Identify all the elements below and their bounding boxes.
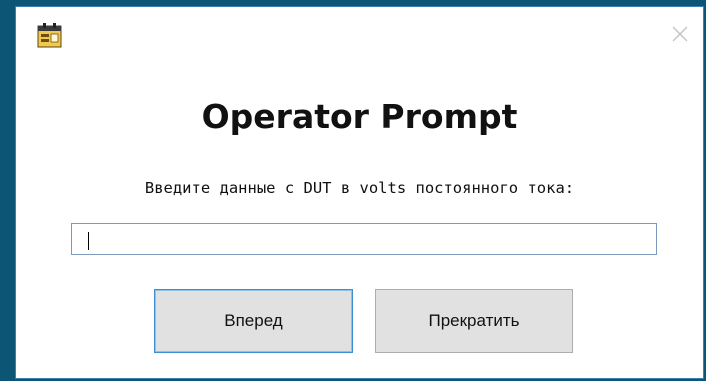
close-icon	[670, 24, 690, 49]
close-button[interactable]	[665, 21, 695, 51]
forward-button[interactable]: Вперед	[154, 289, 353, 353]
cancel-button[interactable]: Прекратить	[375, 289, 573, 353]
voltage-input[interactable]	[71, 223, 657, 255]
text-caret	[88, 232, 89, 250]
form-window-icon	[36, 23, 64, 49]
dialog-title: Operator Prompt	[201, 97, 518, 136]
operator-prompt-dialog: Operator Prompt Введите данные с DUT в v…	[15, 6, 704, 379]
prompt-label: Введите данные с DUT в volts постоянного…	[144, 179, 575, 197]
desktop-background	[0, 330, 15, 381]
